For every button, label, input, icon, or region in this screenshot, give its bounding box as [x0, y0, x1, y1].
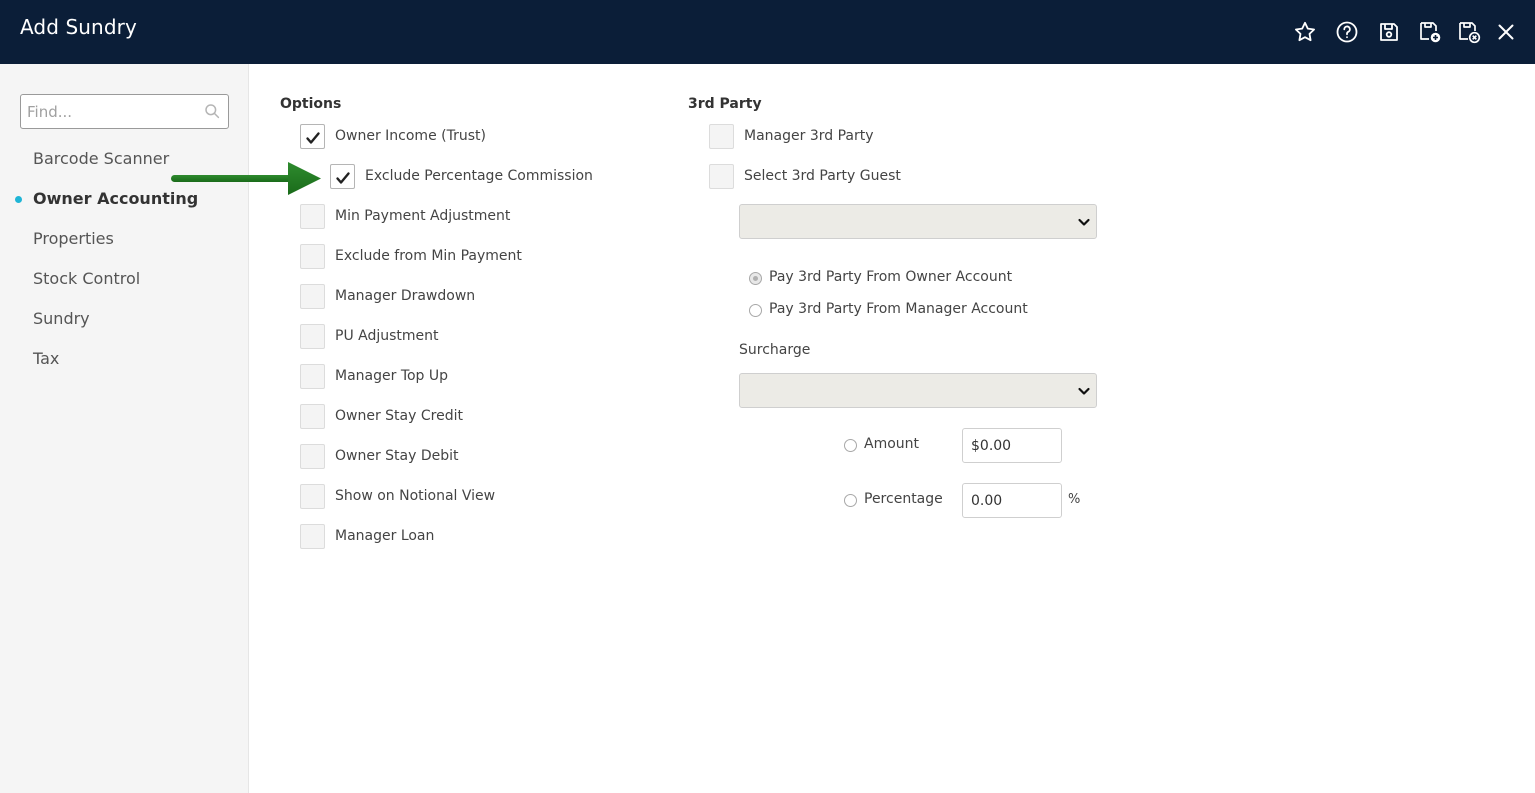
radio-pay-from-owner[interactable]	[749, 272, 762, 285]
label-show-on-notional-view: Show on Notional View	[335, 488, 496, 504]
label-manager-top-up: Manager Top Up	[335, 368, 449, 384]
label-owner-stay-credit: Owner Stay Credit	[335, 408, 463, 424]
checkbox-show-on-notional-view[interactable]	[300, 484, 325, 509]
checkbox-exclude-percentage-commission[interactable]	[330, 164, 355, 189]
third-party-heading: 3rd Party	[688, 96, 762, 112]
close-icon[interactable]	[1493, 19, 1519, 45]
checkbox-manager-top-up[interactable]	[300, 364, 325, 389]
sidebar-item-sundry[interactable]: Sundry	[33, 309, 90, 328]
checkbox-exclude-from-min-payment[interactable]	[300, 244, 325, 269]
sidebar-item-tax[interactable]: Tax	[33, 349, 59, 368]
sidebar-item-stock-control[interactable]: Stock Control	[33, 269, 140, 288]
help-icon[interactable]	[1334, 19, 1360, 45]
surcharge-select[interactable]	[739, 373, 1097, 408]
checkbox-select-3rd-party-guest[interactable]	[709, 164, 734, 189]
label-exclude-percentage-commission: Exclude Percentage Commission	[365, 168, 593, 184]
checkbox-min-payment-adjustment[interactable]	[300, 204, 325, 229]
options-heading: Options	[280, 96, 342, 112]
percentage-unit: %	[1068, 492, 1081, 507]
label-pay-from-owner: Pay 3rd Party From Owner Account	[769, 269, 1013, 285]
page-title: Add Sundry	[20, 15, 137, 39]
radio-percentage[interactable]	[844, 494, 857, 507]
label-owner-stay-debit: Owner Stay Debit	[335, 448, 459, 464]
radio-amount[interactable]	[844, 439, 857, 452]
checkbox-manager-3rd-party[interactable]	[709, 124, 734, 149]
label-manager-loan: Manager Loan	[335, 528, 435, 544]
header-bar: Add Sundry	[0, 0, 1535, 64]
label-pu-adjustment: PU Adjustment	[335, 328, 439, 344]
label-amount: Amount	[864, 436, 920, 452]
chevron-down-icon	[1078, 387, 1090, 395]
find-box	[20, 94, 229, 129]
label-percentage: Percentage	[864, 491, 943, 507]
checkbox-pu-adjustment[interactable]	[300, 324, 325, 349]
radio-pay-from-manager[interactable]	[749, 304, 762, 317]
chevron-down-icon	[1078, 218, 1090, 226]
label-owner-income-trust: Owner Income (Trust)	[335, 128, 486, 144]
save-new-icon[interactable]	[1417, 19, 1443, 45]
label-pay-from-manager: Pay 3rd Party From Manager Account	[769, 301, 1028, 317]
sidebar-item-barcode-scanner[interactable]: Barcode Scanner	[33, 149, 169, 168]
checkmark-icon	[336, 172, 350, 184]
label-manager-drawdown: Manager Drawdown	[335, 288, 476, 304]
active-indicator	[15, 196, 22, 203]
surcharge-label: Surcharge	[739, 342, 811, 358]
guest-select[interactable]	[739, 204, 1097, 239]
checkmark-icon	[306, 132, 320, 144]
checkbox-manager-loan[interactable]	[300, 524, 325, 549]
annotation-arrow-icon	[171, 162, 321, 195]
checkbox-owner-income-trust[interactable]	[300, 124, 325, 149]
checkbox-manager-drawdown[interactable]	[300, 284, 325, 309]
checkbox-owner-stay-debit[interactable]	[300, 444, 325, 469]
checkbox-owner-stay-credit[interactable]	[300, 404, 325, 429]
label-min-payment-adjustment: Min Payment Adjustment	[335, 208, 511, 224]
label-exclude-from-min-payment: Exclude from Min Payment	[335, 248, 522, 264]
sidebar-item-properties[interactable]: Properties	[33, 229, 114, 248]
find-input[interactable]	[21, 95, 196, 128]
search-icon	[205, 104, 220, 119]
percentage-input[interactable]	[962, 483, 1062, 518]
save-icon[interactable]	[1376, 19, 1402, 45]
label-select-3rd-party-guest: Select 3rd Party Guest	[744, 168, 901, 184]
amount-input[interactable]	[962, 428, 1062, 463]
label-manager-3rd-party: Manager 3rd Party	[744, 128, 874, 144]
save-close-icon[interactable]	[1456, 19, 1482, 45]
star-icon[interactable]	[1292, 19, 1318, 45]
